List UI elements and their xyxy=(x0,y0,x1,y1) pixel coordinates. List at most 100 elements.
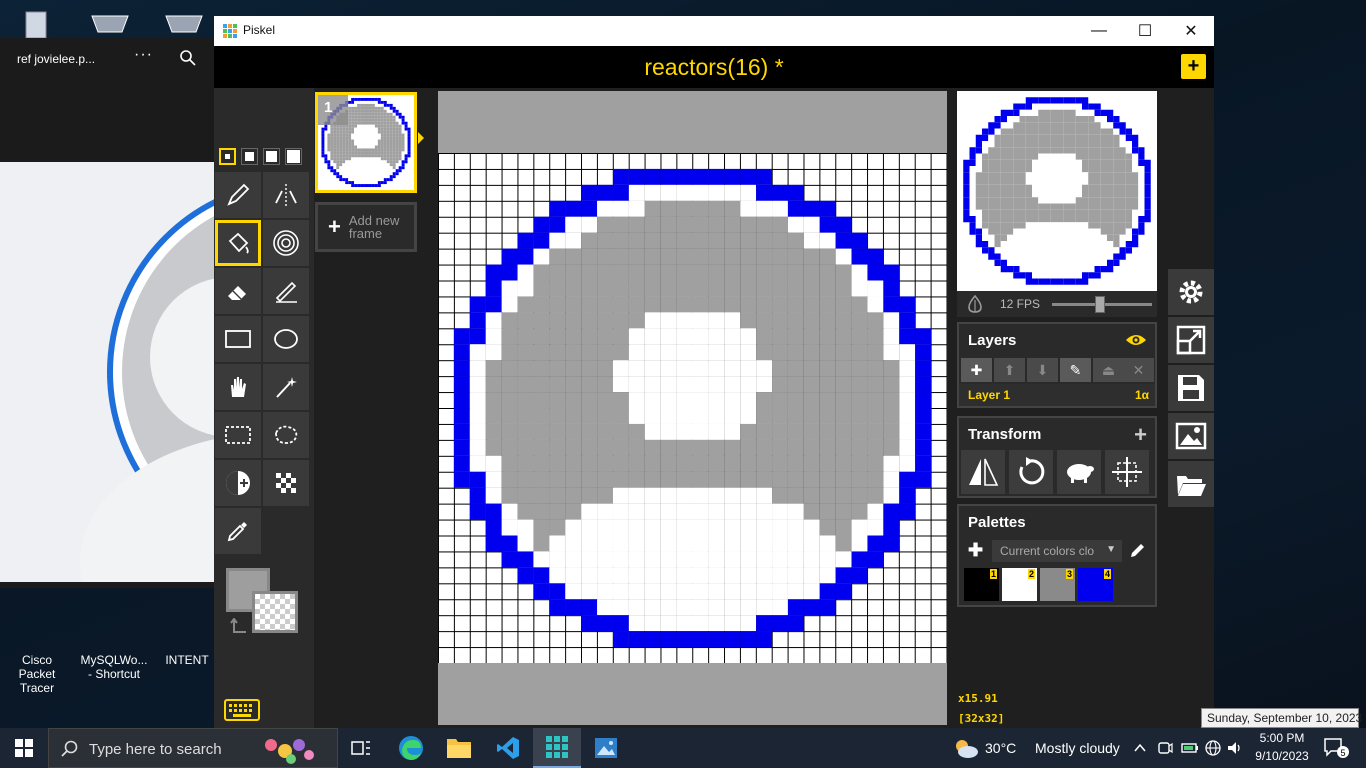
edge-taskbar-button[interactable] xyxy=(387,728,435,768)
palettes-title: Palettes xyxy=(968,514,1026,531)
desktop-label-mysql[interactable]: MySQLWo... - Shortcut xyxy=(76,653,152,681)
chevron-down-icon: ▼ xyxy=(1106,544,1116,555)
center-button[interactable] xyxy=(1105,450,1149,494)
palette-swatch-4[interactable]: 4 xyxy=(1078,568,1113,601)
vscode-taskbar-button[interactable] xyxy=(484,728,532,768)
file-explorer-taskbar-button[interactable] xyxy=(435,728,483,768)
eraser-tool[interactable] xyxy=(215,268,261,314)
open-button[interactable] xyxy=(1168,461,1214,507)
recycle-bin-icon[interactable] xyxy=(14,6,58,42)
fps-slider-handle[interactable] xyxy=(1095,296,1106,313)
swap-colors-icon[interactable] xyxy=(230,618,250,636)
globe-icon[interactable] xyxy=(1205,740,1221,756)
more-options-icon[interactable]: ··· xyxy=(134,46,153,64)
document-title[interactable]: reactors(16) * xyxy=(214,54,1214,81)
move-layer-up-button[interactable]: ⬆ xyxy=(994,358,1025,382)
clone-button[interactable] xyxy=(1057,450,1101,494)
hand-icon xyxy=(231,377,246,397)
rotate-button[interactable] xyxy=(1009,450,1053,494)
frame-thumbnail[interactable]: 1 xyxy=(315,92,417,193)
clock-date[interactable]: 9/10/2023 xyxy=(1250,749,1314,763)
weather-cloudy-icon[interactable] xyxy=(952,736,980,760)
merge-layer-button[interactable]: ⏏ xyxy=(1093,358,1124,382)
palette-swatch-3[interactable]: 3 xyxy=(1040,568,1075,601)
search-icon xyxy=(61,740,78,757)
layers-panel: Layers ✚ ⬆ ⬇ ✎ ⏏ ✕ Layer 1 1α xyxy=(957,322,1157,408)
battery-icon[interactable] xyxy=(1181,740,1199,756)
clock-time[interactable]: 5:00 PM xyxy=(1250,731,1314,745)
volume-icon[interactable] xyxy=(1227,740,1243,756)
paint-bucket-tool[interactable] xyxy=(215,220,261,266)
shape-selection-tool[interactable] xyxy=(263,364,309,410)
zoom-icon[interactable] xyxy=(179,49,197,67)
close-button[interactable]: ✕ xyxy=(1168,16,1214,46)
color-picker-tool[interactable] xyxy=(215,508,261,554)
drawing-canvas[interactable] xyxy=(438,91,947,725)
settings-button[interactable] xyxy=(1168,269,1214,315)
palette-swatch-2[interactable]: 2 xyxy=(1002,568,1037,601)
transform-more-icon[interactable]: + xyxy=(1134,422,1147,448)
save-button[interactable] xyxy=(1168,365,1214,411)
circle-tool[interactable] xyxy=(263,316,309,362)
lasso-selection-tool[interactable] xyxy=(263,412,309,458)
edit-layer-button[interactable]: ✎ xyxy=(1060,358,1091,382)
palette-select[interactable]: Current colors clo ▼ xyxy=(992,540,1122,562)
lasso-icon xyxy=(275,425,298,444)
layer-opacity[interactable]: 1α xyxy=(1135,388,1149,402)
pen-size-2[interactable] xyxy=(241,148,258,165)
stroke-tool[interactable] xyxy=(263,268,309,314)
piskel-taskbar-button[interactable] xyxy=(533,728,581,768)
task-view-button[interactable] xyxy=(337,728,385,768)
move-layer-down-button[interactable]: ⬇ xyxy=(1027,358,1058,382)
pixel-grid[interactable] xyxy=(438,153,947,663)
export-button[interactable] xyxy=(1168,413,1214,459)
photos-taskbar-button[interactable] xyxy=(582,728,630,768)
palette-swatch-1[interactable]: 1 xyxy=(964,568,999,601)
add-layer-button[interactable]: ✚ xyxy=(961,358,992,382)
same-color-bucket-tool[interactable] xyxy=(263,220,309,266)
folder-icon xyxy=(1177,476,1206,496)
weather-temperature[interactable]: 30°C xyxy=(985,740,1016,756)
keyboard-shortcuts-icon[interactable] xyxy=(224,698,260,722)
eye-icon[interactable] xyxy=(1125,332,1147,348)
rectangle-tool[interactable] xyxy=(215,316,261,362)
resize-button[interactable] xyxy=(1168,317,1214,363)
pen-tool[interactable] xyxy=(215,172,261,218)
animation-preview[interactable] xyxy=(957,91,1157,291)
secondary-color-swatch[interactable] xyxy=(252,591,298,633)
taskbar-search[interactable]: Type here to search xyxy=(48,728,338,768)
dithering-tool[interactable] xyxy=(263,460,309,506)
desktop-shortcut-icon[interactable] xyxy=(162,6,206,42)
maximize-button[interactable]: ☐ xyxy=(1122,16,1168,46)
desktop-label-intent[interactable]: INTENT xyxy=(160,653,214,667)
delete-layer-button[interactable]: ✕ xyxy=(1123,358,1154,382)
weather-description[interactable]: Mostly cloudy xyxy=(1035,740,1120,756)
add-palette-button[interactable]: ✚ xyxy=(968,540,983,561)
desktop-shortcut-icon[interactable] xyxy=(88,6,132,42)
start-button[interactable] xyxy=(0,728,48,768)
edit-palette-icon[interactable] xyxy=(1125,540,1149,562)
mirror-pen-tool[interactable] xyxy=(263,172,309,218)
new-sprite-button[interactable]: + xyxy=(1181,54,1206,79)
viewer-image xyxy=(0,162,214,582)
sheep-icon xyxy=(1067,464,1094,483)
folder-icon xyxy=(447,739,471,758)
chevron-up-icon[interactable] xyxy=(1133,741,1147,755)
desktop-label-packet-tracer[interactable]: Cisco Packet Tracer xyxy=(2,653,72,695)
pen-size-1[interactable] xyxy=(219,148,236,165)
rectangle-selection-tool[interactable] xyxy=(215,412,261,458)
onion-skin-icon[interactable] xyxy=(965,295,985,313)
lighten-tool[interactable] xyxy=(215,460,261,506)
align-center-icon xyxy=(1112,457,1142,487)
move-tool[interactable] xyxy=(215,364,261,410)
zoom-level: x15.91 xyxy=(958,692,998,705)
meet-now-icon[interactable] xyxy=(1157,740,1173,756)
add-new-frame-button[interactable]: + Add new frame xyxy=(315,202,417,252)
pen-size-3[interactable] xyxy=(263,148,280,165)
flip-button[interactable] xyxy=(961,450,1005,494)
minimize-button[interactable]: — xyxy=(1076,16,1122,46)
layer-item[interactable]: Layer 1 1α xyxy=(959,384,1155,406)
notification-icon[interactable]: 5 xyxy=(1322,736,1350,760)
pen-size-4[interactable] xyxy=(285,148,302,165)
photo-viewer-window: ref jovielee.p... ··· xyxy=(0,38,214,588)
